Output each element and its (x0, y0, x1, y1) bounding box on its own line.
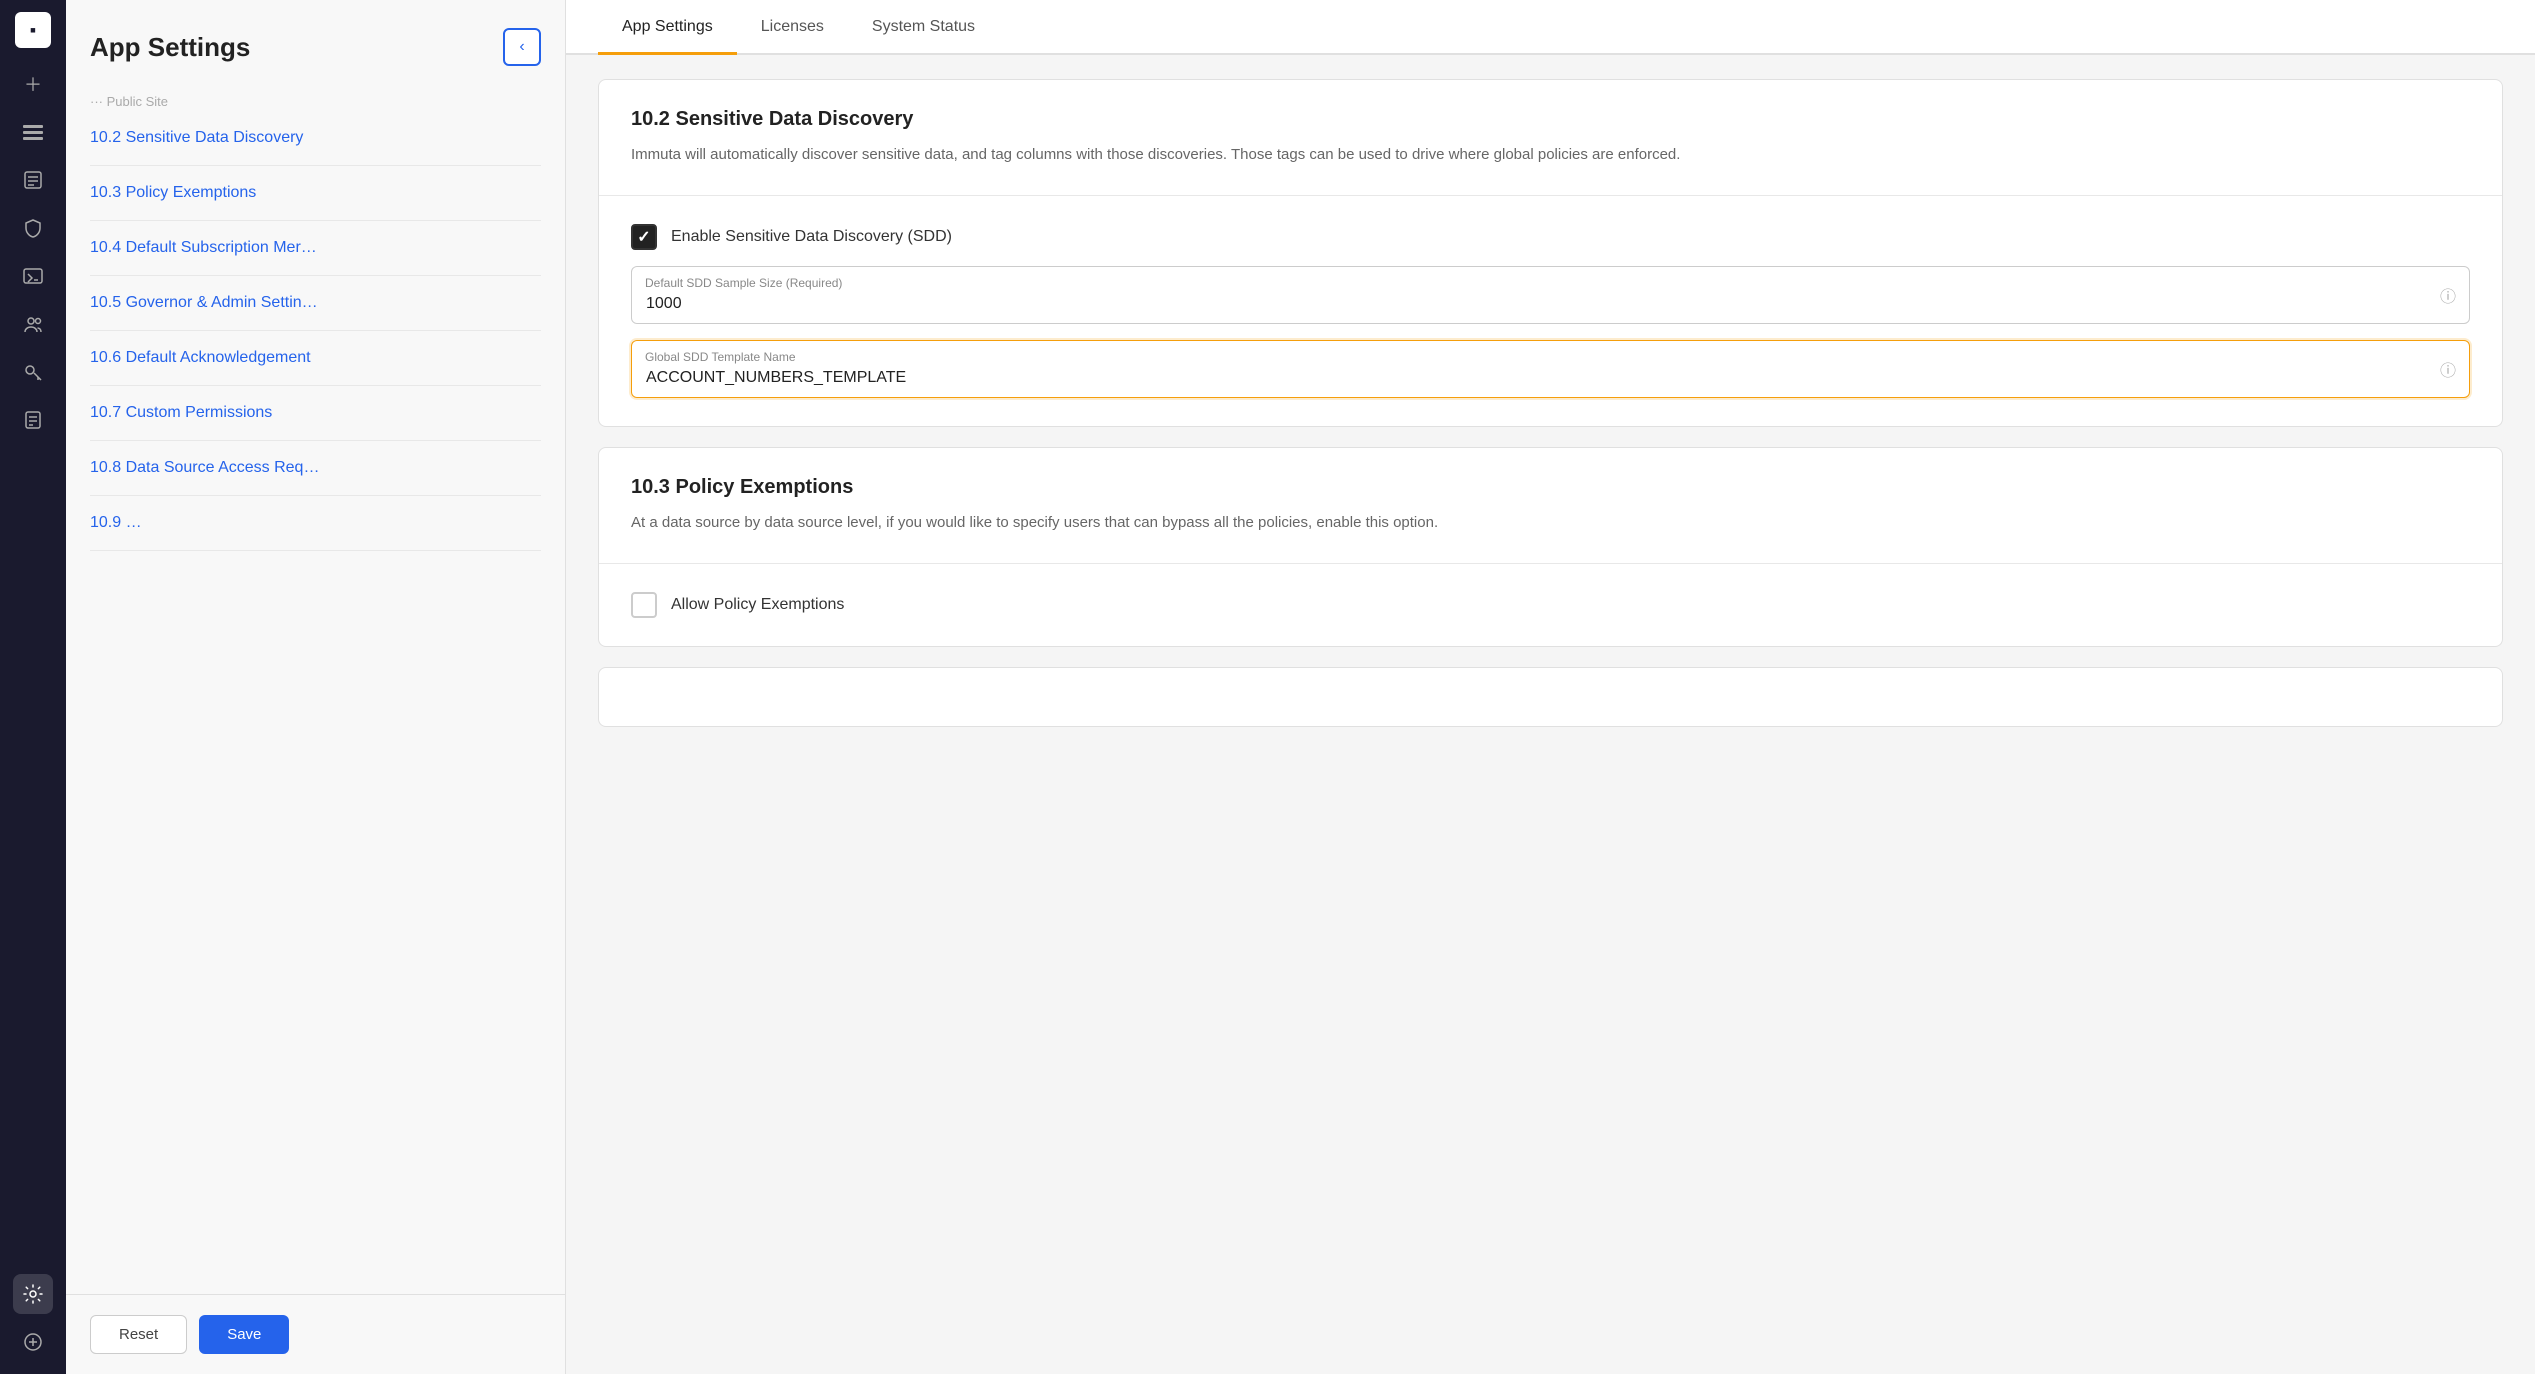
nav-icon-add[interactable]: ＋ (13, 64, 53, 104)
tab-system-status[interactable]: System Status (848, 0, 999, 55)
collapse-button[interactable]: ‹ (503, 28, 541, 66)
policy-exemptions-card: 10.3 Policy Exemptions At a data source … (598, 447, 2503, 647)
nav-bar: ▪ ＋ (0, 0, 66, 1374)
sidebar-item-10-5[interactable]: 10.5 Governor & Admin Settin… (90, 276, 541, 331)
nav-icon-docs[interactable] (13, 400, 53, 440)
sdd-title-section: 10.2 Sensitive Data Discovery Immuta wil… (599, 80, 2502, 195)
sidebar-item-10-2[interactable]: 10.2 Sensitive Data Discovery (90, 111, 541, 166)
chevron-left-icon: ‹ (519, 38, 524, 56)
sample-size-input-group: Default SDD Sample Size (Required) ⓘ (631, 266, 2470, 324)
content-area: 10.2 Sensitive Data Discovery Immuta wil… (566, 55, 2535, 1374)
sample-size-label: Default SDD Sample Size (Required) (645, 276, 842, 290)
sdd-checkbox-row: Enable Sensitive Data Discovery (SDD) (631, 224, 2470, 250)
template-help-icon[interactable]: ⓘ (2440, 357, 2456, 381)
nav-icon-files[interactable] (13, 160, 53, 200)
template-input-group: Global SDD Template Name ⓘ (631, 340, 2470, 398)
policy-checkbox-section: Allow Policy Exemptions (599, 563, 2502, 646)
nav-icon-settings[interactable] (13, 1274, 53, 1314)
nav-icon-terminal[interactable] (13, 256, 53, 296)
sidebar-nav: ··· Public Site 10.2 Sensitive Data Disc… (66, 86, 565, 1294)
policy-exemptions-checkbox-label: Allow Policy Exemptions (671, 596, 844, 614)
next-section-card (598, 667, 2503, 727)
policy-exemptions-description: At a data source by data source level, i… (631, 511, 2470, 535)
template-label: Global SDD Template Name (645, 350, 796, 364)
reset-button[interactable]: Reset (90, 1315, 187, 1354)
sdd-checkbox-label: Enable Sensitive Data Discovery (SDD) (671, 228, 952, 246)
sdd-card: 10.2 Sensitive Data Discovery Immuta wil… (598, 79, 2503, 427)
top-tabs: App Settings Licenses System Status (566, 0, 2535, 55)
policy-checkbox-row: Allow Policy Exemptions (631, 592, 2470, 618)
sdd-title: 10.2 Sensitive Data Discovery (631, 108, 2470, 131)
sidebar-item-10-8[interactable]: 10.8 Data Source Access Req… (90, 441, 541, 496)
tab-licenses[interactable]: Licenses (737, 0, 848, 55)
sidebar-item-10-9[interactable]: 10.9 … (90, 496, 541, 551)
sidebar-faded-label: ··· Public Site (90, 86, 541, 111)
nav-icon-keys[interactable] (13, 352, 53, 392)
sidebar-item-10-3[interactable]: 10.3 Policy Exemptions (90, 166, 541, 221)
sample-size-input[interactable] (631, 266, 2470, 324)
nav-icon-bottom[interactable] (13, 1322, 53, 1362)
sidebar-footer: Reset Save (66, 1294, 565, 1374)
sdd-checkbox-section: Enable Sensitive Data Discovery (SDD) De… (599, 195, 2502, 426)
nav-icon-shield[interactable] (13, 208, 53, 248)
sidebar-title: App Settings (90, 32, 250, 63)
template-input[interactable] (631, 340, 2470, 398)
sidebar-item-10-6[interactable]: 10.6 Default Acknowledgement (90, 331, 541, 386)
nav-icon-users[interactable] (13, 304, 53, 344)
policy-title-section: 10.3 Policy Exemptions At a data source … (599, 448, 2502, 563)
sidebar-header: App Settings ‹ (66, 0, 565, 86)
sidebar: App Settings ‹ ··· Public Site 10.2 Sens… (66, 0, 566, 1374)
sdd-description: Immuta will automatically discover sensi… (631, 143, 2470, 167)
main: App Settings Licenses System Status 10.2… (566, 0, 2535, 1374)
policy-exemptions-title: 10.3 Policy Exemptions (631, 476, 2470, 499)
sdd-checkbox[interactable] (631, 224, 657, 250)
policy-exemptions-checkbox[interactable] (631, 592, 657, 618)
nav-icon-layers[interactable] (13, 112, 53, 152)
sidebar-item-10-7[interactable]: 10.7 Custom Permissions (90, 386, 541, 441)
nav-logo: ▪ (15, 12, 51, 48)
sidebar-item-10-4[interactable]: 10.4 Default Subscription Mer… (90, 221, 541, 276)
save-button[interactable]: Save (199, 1315, 289, 1354)
sample-size-help-icon[interactable]: ⓘ (2440, 283, 2456, 307)
tab-app-settings[interactable]: App Settings (598, 0, 737, 55)
